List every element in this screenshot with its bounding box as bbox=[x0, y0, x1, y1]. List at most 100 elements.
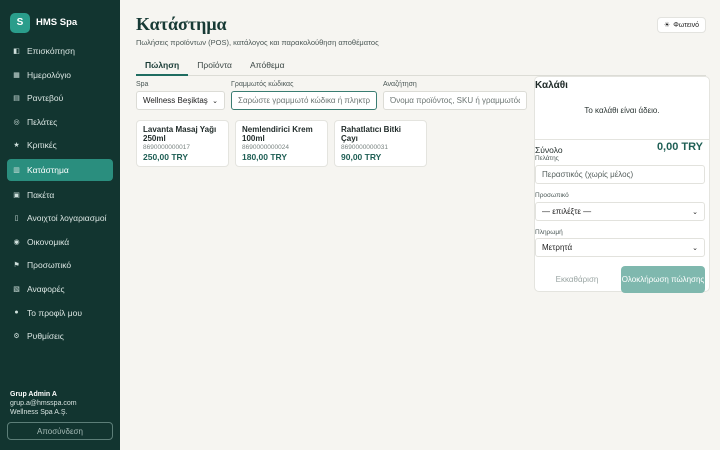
barcode-input[interactable]: Σαρώστε γραμμωτό κώδικα ή πληκτρολογήστε bbox=[231, 91, 377, 110]
staff-label: Προσωπικό bbox=[535, 192, 569, 199]
spa-field: Spa Wellness Beşiktaş ⌄ bbox=[136, 81, 225, 110]
payment-label: Πληρωμή bbox=[535, 229, 563, 236]
spa-select[interactable]: Wellness Beşiktaş ⌄ bbox=[136, 91, 225, 110]
sidebar-item-label: Κριτικές bbox=[27, 140, 57, 151]
search-field: Αναζήτηση Όνομα προϊόντος, SKU ή γραμμωτ… bbox=[383, 81, 527, 110]
tab-1[interactable]: Προϊόντα bbox=[188, 59, 241, 76]
clear-cart-button[interactable]: Εκκαθάριση bbox=[539, 266, 615, 292]
product-price: 180,00 TRY bbox=[242, 152, 288, 162]
product-price: 90,00 TRY bbox=[341, 152, 382, 162]
search-label: Αναζήτηση bbox=[383, 81, 417, 88]
sidebar-item-label: Αναφορές bbox=[27, 283, 65, 294]
complete-sale-button[interactable]: Ολοκλήρωση πώλησης bbox=[621, 266, 705, 293]
brand[interactable]: S HMS Spa bbox=[0, 0, 120, 36]
user-company: Wellness Spa A.Ş. bbox=[10, 409, 68, 416]
payment-select[interactable]: Μετρητά ⌄ bbox=[535, 238, 705, 257]
sidebar-item-label: Κατάστημα bbox=[27, 164, 69, 175]
sidebar-item-chart[interactable]: ▧ Αναφορές bbox=[7, 279, 113, 299]
cart-empty-message: Το καλάθι είναι άδειο. bbox=[584, 106, 660, 115]
sidebar-item-receipt[interactable]: ▯ Ανοιχτοί λογαριασμοί bbox=[7, 208, 113, 228]
product-name: Lavanta Masaj Yağı 250ml bbox=[143, 125, 217, 143]
sidebar-item-calendar[interactable]: ▦ Ημερολόγιο bbox=[7, 65, 113, 85]
customers-icon: ◎ bbox=[13, 118, 20, 126]
sidebar-item-label: Επισκόπηση bbox=[27, 46, 75, 56]
cart-title: Καλάθι bbox=[535, 80, 568, 91]
user-email: grup.a@hmsspa.com bbox=[10, 400, 77, 407]
staff-icon: ⚑ bbox=[13, 262, 20, 270]
sidebar-item-label: Προσωπικό bbox=[27, 260, 72, 271]
barcode-field: Γραμμωτός κώδικας Σαρώστε γραμμωτό κώδικ… bbox=[231, 81, 377, 110]
sun-icon: ☀ bbox=[663, 22, 671, 29]
chevron-down-icon: ⌄ bbox=[692, 208, 698, 216]
product-card[interactable]: Rahatlatıcı Bitki Çayı 8690000000031 90,00… bbox=[334, 120, 427, 167]
calendar-icon: ▦ bbox=[13, 71, 20, 79]
sidebar-nav: ◧ Επισκόπηση ▦ Ημερολόγιο ▤ Ραντεβού ◎ Πελάτες ★… bbox=[0, 41, 120, 346]
store-icon: ▥ bbox=[13, 166, 20, 174]
sidebar-item-staff[interactable]: ⚑ Προσωπικό bbox=[7, 255, 113, 275]
sidebar-item-label: Ημερολόγιο bbox=[27, 69, 71, 80]
spa-label: Spa bbox=[136, 81, 149, 88]
logout-button[interactable]: Αποσύνδεση bbox=[7, 422, 113, 440]
sidebar-item-label: Ανοιχτοί λογαριασμοί bbox=[27, 213, 107, 224]
product-name: Nemlendirici Krem 100ml bbox=[242, 125, 313, 143]
user-name: Grup Admin A bbox=[10, 391, 57, 398]
product-sku: 8690000000017 bbox=[143, 144, 190, 151]
cart-panel: Καλάθι Το καλάθι είναι άδειο. Σύνολο 0,0… bbox=[534, 76, 710, 293]
customer-label: Πελάτης bbox=[535, 155, 559, 162]
user-info: Grup Admin A grup.a@hmsspa.com Wellness … bbox=[10, 390, 77, 417]
brand-name: HMS Spa bbox=[36, 17, 78, 28]
appointments-icon: ▤ bbox=[13, 95, 20, 103]
package-icon: ▣ bbox=[13, 191, 20, 199]
sidebar-item-money-bag[interactable]: ◉ Οικονομικά bbox=[7, 232, 113, 252]
total-label: Σύνολο bbox=[535, 145, 563, 155]
product-sku: 8690000000024 bbox=[242, 144, 289, 151]
sidebar-item-profile[interactable]: ● Το προφίλ μου bbox=[7, 303, 113, 323]
tab-bar: Πώληση Προϊόντα Απόθεμα bbox=[136, 59, 706, 76]
theme-label: Φωτεινό bbox=[673, 21, 699, 29]
sidebar: S HMS Spa ◧ Επισκόπηση ▦ Ημερολόγιο ▤ Ραντεβο… bbox=[0, 0, 120, 450]
receipt-icon: ▯ bbox=[14, 215, 19, 223]
sidebar-item-package[interactable]: ▣ Πακέτα bbox=[7, 185, 113, 205]
product-card[interactable]: Nemlendirici Krem 100ml 8690000000024 180,… bbox=[235, 120, 328, 167]
chart-icon: ▧ bbox=[13, 285, 20, 293]
gear-icon: ⚙ bbox=[13, 333, 20, 341]
tab-2[interactable]: Απόθεμα bbox=[241, 59, 294, 76]
sidebar-item-label: Το προφίλ μου bbox=[27, 307, 83, 318]
barcode-placeholder: Σαρώστε γραμμωτό κώδικα ή πληκτρολογήστε bbox=[238, 96, 370, 105]
product-price: 250,00 TRY bbox=[143, 152, 189, 162]
product-card[interactable]: Lavanta Masaj Yağı 250ml 8690000000017 250… bbox=[136, 120, 229, 167]
sidebar-item-label: Πελάτες bbox=[27, 116, 58, 127]
page-title: Κατάστημα bbox=[136, 14, 227, 34]
sidebar-item-star[interactable]: ★ Κριτικές bbox=[7, 135, 113, 155]
product-sku: 8690000000031 bbox=[341, 144, 388, 151]
sidebar-item-customers[interactable]: ◎ Πελάτες bbox=[7, 112, 113, 132]
product-name: Rahatlatıcı Bitki Çayı bbox=[341, 125, 402, 143]
sidebar-item-store[interactable]: ▥ Κατάστημα bbox=[7, 158, 113, 181]
barcode-label: Γραμμωτός κώδικας bbox=[231, 81, 294, 88]
sidebar-item-label: Πακέτα bbox=[27, 189, 55, 200]
search-input[interactable]: Όνομα προϊόντος, SKU ή γραμμωτός κώδικας bbox=[383, 91, 527, 110]
sidebar-item-label: Ρυθμίσεις bbox=[27, 331, 64, 342]
sidebar-item-gear[interactable]: ⚙ Ρυθμίσεις bbox=[7, 326, 113, 346]
page-subtitle: Πωλήσεις προϊόντων (POS), κατάλογος και … bbox=[136, 38, 379, 47]
money-bag-icon: ◉ bbox=[13, 238, 20, 246]
dashboard-icon: ◧ bbox=[13, 48, 20, 55]
sidebar-item-appointments[interactable]: ▤ Ραντεβού bbox=[7, 88, 113, 108]
theme-toggle-button[interactable]: ☀ Φωτεινό bbox=[656, 17, 706, 33]
customer-placeholder: Περαστικός (χωρίς μέλος) bbox=[542, 170, 634, 179]
app-root: S HMS Spa ◧ Επισκόπηση ▦ Ημερολόγιο ▤ Ραντεβο… bbox=[0, 0, 720, 450]
sidebar-item-label: Οικονομικά bbox=[27, 236, 70, 247]
payment-value: Μετρητά bbox=[542, 243, 573, 252]
staff-select[interactable]: — επιλέξτε — ⌄ bbox=[535, 202, 705, 221]
sidebar-item-label: Ραντεβού bbox=[27, 93, 64, 104]
search-placeholder: Όνομα προϊόντος, SKU ή γραμμωτός κώδικας bbox=[390, 96, 520, 105]
profile-icon: ● bbox=[14, 309, 19, 317]
cart-divider bbox=[535, 139, 709, 140]
staff-value: — επιλέξτε — bbox=[542, 207, 592, 216]
chevron-down-icon: ⌄ bbox=[212, 97, 218, 105]
customer-input[interactable]: Περαστικός (χωρίς μέλος) bbox=[535, 165, 705, 184]
chevron-down-icon: ⌄ bbox=[692, 244, 698, 252]
total-value: 0,00 TRY bbox=[656, 141, 703, 153]
sidebar-item-dashboard[interactable]: ◧ Επισκόπηση bbox=[7, 41, 113, 61]
tab-0[interactable]: Πώληση bbox=[136, 59, 189, 76]
